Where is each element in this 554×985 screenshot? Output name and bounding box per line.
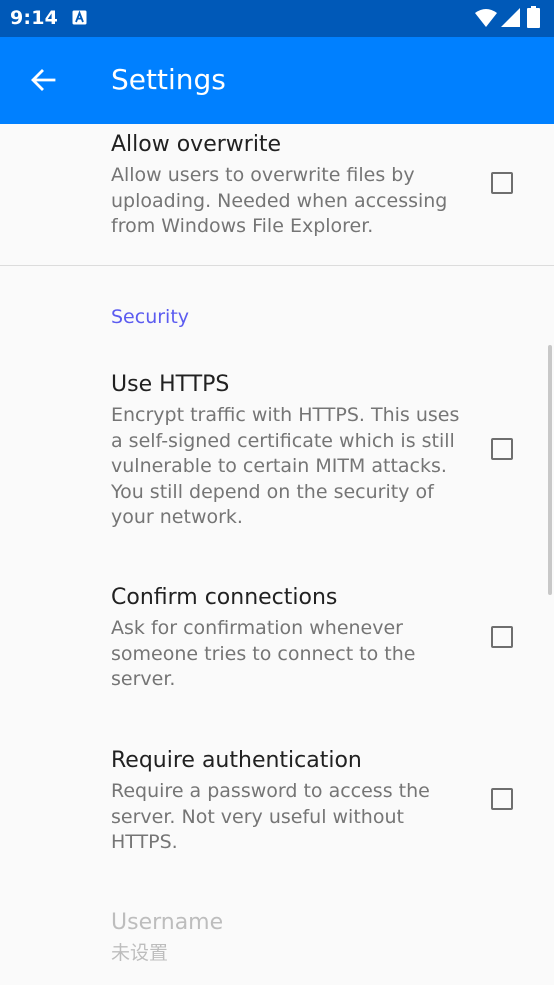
status-bar: 9:14 [0,0,554,37]
pref-title: Allow overwrite [111,132,282,157]
status-time: 9:14 [10,7,59,29]
allow-overwrite-checkbox[interactable] [491,172,513,194]
arrow-back-icon [31,69,56,91]
signal-icon [501,8,520,27]
app-notification-icon [72,10,87,25]
require-authentication-checkbox[interactable] [491,788,513,810]
divider [0,265,554,266]
app-bar: Settings [0,37,554,124]
scrollbar[interactable] [548,345,552,595]
pref-confirm-connections[interactable]: Confirm connections Ask for confirmation… [0,574,554,714]
pref-summary: Encrypt traffic with HTTPS. This uses a … [111,404,460,528]
wifi-icon [475,9,497,27]
pref-summary: 未设置 [111,942,169,964]
page-title: Settings [111,63,226,96]
pref-summary: Allow users to overwrite files by upload… [111,164,448,237]
pref-use-https[interactable]: Use HTTPS Encrypt traffic with HTTPS. Th… [0,360,554,550]
pref-title: Confirm connections [111,585,338,610]
pref-title: Use HTTPS [111,372,230,397]
pref-summary: Ask for confirmation whenever someone tr… [111,617,416,690]
settings-screen: 9:14 Settings Allow overwrite Allow user… [0,0,554,985]
pref-summary: Require a password to access the server.… [111,780,430,853]
back-button[interactable] [21,58,65,102]
battery-icon [527,6,540,28]
pref-username: Username 未设置 [0,898,554,985]
pref-require-authentication[interactable]: Require authentication Require a passwor… [0,736,554,876]
confirm-connections-checkbox[interactable] [491,626,513,648]
category-security: Security [111,306,190,328]
pref-title: Require authentication [111,748,362,773]
pref-allow-overwrite[interactable]: Allow overwrite Allow users to overwrite… [0,124,554,265]
pref-title: Username [111,910,224,935]
use-https-checkbox[interactable] [491,438,513,460]
